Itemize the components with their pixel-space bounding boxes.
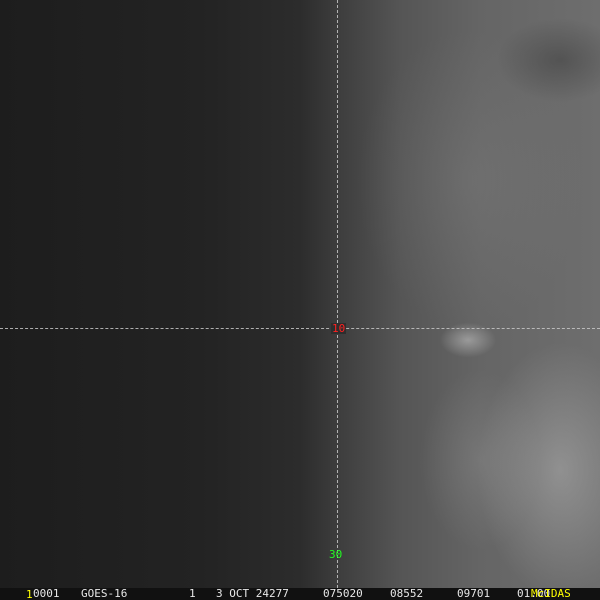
latitude-grid-line	[0, 328, 600, 329]
longitude-grid-line	[337, 0, 338, 588]
satellite-image-viewer: 10 30 1 0001 GOES-16 1 3 OCT 24277 07502…	[0, 0, 600, 600]
lon-value: 09701	[457, 587, 491, 600]
image-time: 075020	[323, 587, 363, 600]
mcidas-brand: McIDAS	[531, 587, 571, 600]
status-bar: 1 0001 GOES-16 1 3 OCT 24277 075020 0855…	[0, 588, 600, 600]
band-number: 1	[189, 587, 196, 600]
longitude-label: 30	[329, 548, 343, 561]
latitude-label: 10	[331, 322, 347, 335]
satellite-name: GOES-16	[81, 587, 128, 600]
satellite-imagery	[0, 0, 600, 588]
image-id: 0001	[33, 587, 60, 600]
frame-number: 1	[26, 588, 33, 600]
lat-value: 08552	[390, 587, 424, 600]
image-date: 3 OCT 24277	[216, 587, 289, 600]
